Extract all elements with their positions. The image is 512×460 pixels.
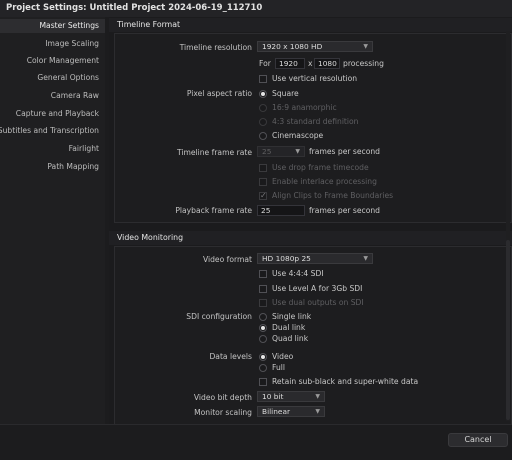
- scrollbar-thumb[interactable]: [506, 240, 510, 420]
- video-format-dropdown[interactable]: HD 1080p 25 ▼: [257, 253, 373, 264]
- monitor-scaling-dropdown[interactable]: Bilinear ▼: [257, 406, 325, 417]
- monitor-scaling-value: Bilinear: [262, 407, 291, 416]
- playback-frame-rate-input[interactable]: 25: [257, 205, 305, 216]
- timeline-frame-rate-value: 25: [262, 147, 272, 156]
- data-levels-label: Data levels: [209, 352, 252, 361]
- par-cinemascope-radio[interactable]: [259, 132, 267, 140]
- sidebar-item-subtitles[interactable]: Subtitles and Transcription: [0, 124, 99, 138]
- timeline-resolution-dropdown[interactable]: 1920 x 1080 HD ▼: [257, 41, 373, 52]
- align-clips-checkbox[interactable]: ✓: [259, 191, 267, 200]
- data-levels-video-label: Video: [272, 352, 294, 361]
- timeline-frame-rate-label: Timeline frame rate: [176, 148, 252, 157]
- sdi-dual-link-label: Dual link: [272, 323, 306, 332]
- sidebar-item-general-options[interactable]: General Options: [37, 71, 99, 85]
- sdi-quad-link-radio[interactable]: [259, 335, 267, 343]
- par-43-radio[interactable]: [259, 118, 267, 126]
- drop-frame-label: Use drop frame timecode: [272, 163, 369, 172]
- sdi-quad-link-label: Quad link: [272, 334, 309, 343]
- chevron-down-icon: ▼: [363, 255, 368, 262]
- interlace-checkbox[interactable]: [259, 178, 267, 186]
- interlace-label: Enable interlace processing: [272, 177, 377, 186]
- sidebar: Master Settings Image Scaling Color Mana…: [0, 17, 105, 459]
- chevron-down-icon: ▼: [363, 43, 368, 50]
- par-square-label: Square: [272, 89, 299, 98]
- level-a-checkbox[interactable]: [259, 285, 267, 293]
- for-label: For: [259, 59, 271, 68]
- par-43-label: 4:3 standard definition: [272, 117, 359, 126]
- use-444-label: Use 4:4:4 SDI: [272, 269, 324, 278]
- x-label: x: [308, 59, 313, 68]
- data-levels-full-label: Full: [272, 363, 285, 372]
- data-levels-video-radio[interactable]: [259, 353, 267, 361]
- fps-label: frames per second: [309, 147, 380, 156]
- playback-frame-rate-label: Playback frame rate: [175, 206, 252, 215]
- sdi-single-link-radio[interactable]: [259, 313, 267, 321]
- timeline-resolution-label: Timeline resolution: [179, 43, 252, 52]
- dialog-footer: [0, 424, 512, 460]
- video-monitoring-header: Video Monitoring: [109, 231, 512, 245]
- data-levels-full-radio[interactable]: [259, 364, 267, 372]
- drop-frame-checkbox[interactable]: [259, 164, 267, 172]
- par-cinemascope-label: Cinemascope: [272, 131, 324, 140]
- sdi-configuration-label: SDI configuration: [186, 312, 252, 321]
- par-square-radio[interactable]: [259, 90, 267, 98]
- sidebar-item-camera-raw[interactable]: Camera Raw: [51, 89, 99, 103]
- use-444-checkbox[interactable]: [259, 270, 267, 278]
- par-169-label: 16:9 anamorphic: [272, 103, 337, 112]
- checkmark-icon: ✓: [260, 191, 267, 200]
- sidebar-item-path-mapping[interactable]: Path Mapping: [47, 160, 99, 174]
- sidebar-item-color-management[interactable]: Color Management: [27, 54, 99, 68]
- dual-outputs-label: Use dual outputs on SDI: [272, 298, 364, 307]
- timeline-frame-rate-dropdown[interactable]: 25 ▼: [257, 146, 305, 157]
- resolution-width-input[interactable]: 1920: [275, 58, 305, 69]
- chevron-down-icon: ▼: [295, 148, 300, 155]
- sidebar-item-image-scaling[interactable]: Image Scaling: [45, 37, 99, 51]
- sdi-single-link-label: Single link: [272, 312, 312, 321]
- retain-subblack-checkbox[interactable]: [259, 378, 267, 386]
- video-bit-depth-dropdown[interactable]: 10 bit ▼: [257, 391, 325, 402]
- vertical-resolution-label: Use vertical resolution: [272, 74, 358, 83]
- sdi-dual-link-radio[interactable]: [259, 324, 267, 332]
- resolution-height-input[interactable]: 1080: [314, 58, 340, 69]
- sidebar-item-fairlight[interactable]: Fairlight: [69, 142, 99, 156]
- retain-subblack-label: Retain sub-black and super-white data: [272, 377, 419, 386]
- sidebar-item-capture-and-playback[interactable]: Capture and Playback: [16, 107, 99, 121]
- timeline-format-header: Timeline Format: [109, 18, 512, 32]
- window-title: Project Settings: Untitled Project 2024-…: [0, 0, 512, 17]
- monitor-scaling-label: Monitor scaling: [194, 408, 252, 417]
- sidebar-item-master-settings[interactable]: Master Settings: [0, 19, 105, 33]
- video-format-label: Video format: [202, 255, 252, 264]
- align-clips-label: Align Clips to Frame Boundaries: [272, 191, 394, 200]
- chevron-down-icon: ▼: [315, 408, 320, 415]
- dual-outputs-checkbox[interactable]: [259, 299, 267, 307]
- timeline-resolution-value: 1920 x 1080 HD: [262, 42, 323, 51]
- processing-label: processing: [343, 59, 384, 68]
- playback-fps-label: frames per second: [309, 206, 380, 215]
- video-bit-depth-value: 10 bit: [262, 392, 284, 401]
- pixel-aspect-ratio-label: Pixel aspect ratio: [186, 89, 252, 98]
- video-format-value: HD 1080p 25: [262, 254, 311, 263]
- vertical-resolution-checkbox[interactable]: [259, 75, 267, 83]
- chevron-down-icon: ▼: [315, 393, 320, 400]
- par-169-radio[interactable]: [259, 104, 267, 112]
- video-bit-depth-label: Video bit depth: [193, 393, 252, 402]
- level-a-label: Use Level A for 3Gb SDI: [272, 284, 363, 293]
- cancel-button[interactable]: Cancel: [448, 433, 508, 447]
